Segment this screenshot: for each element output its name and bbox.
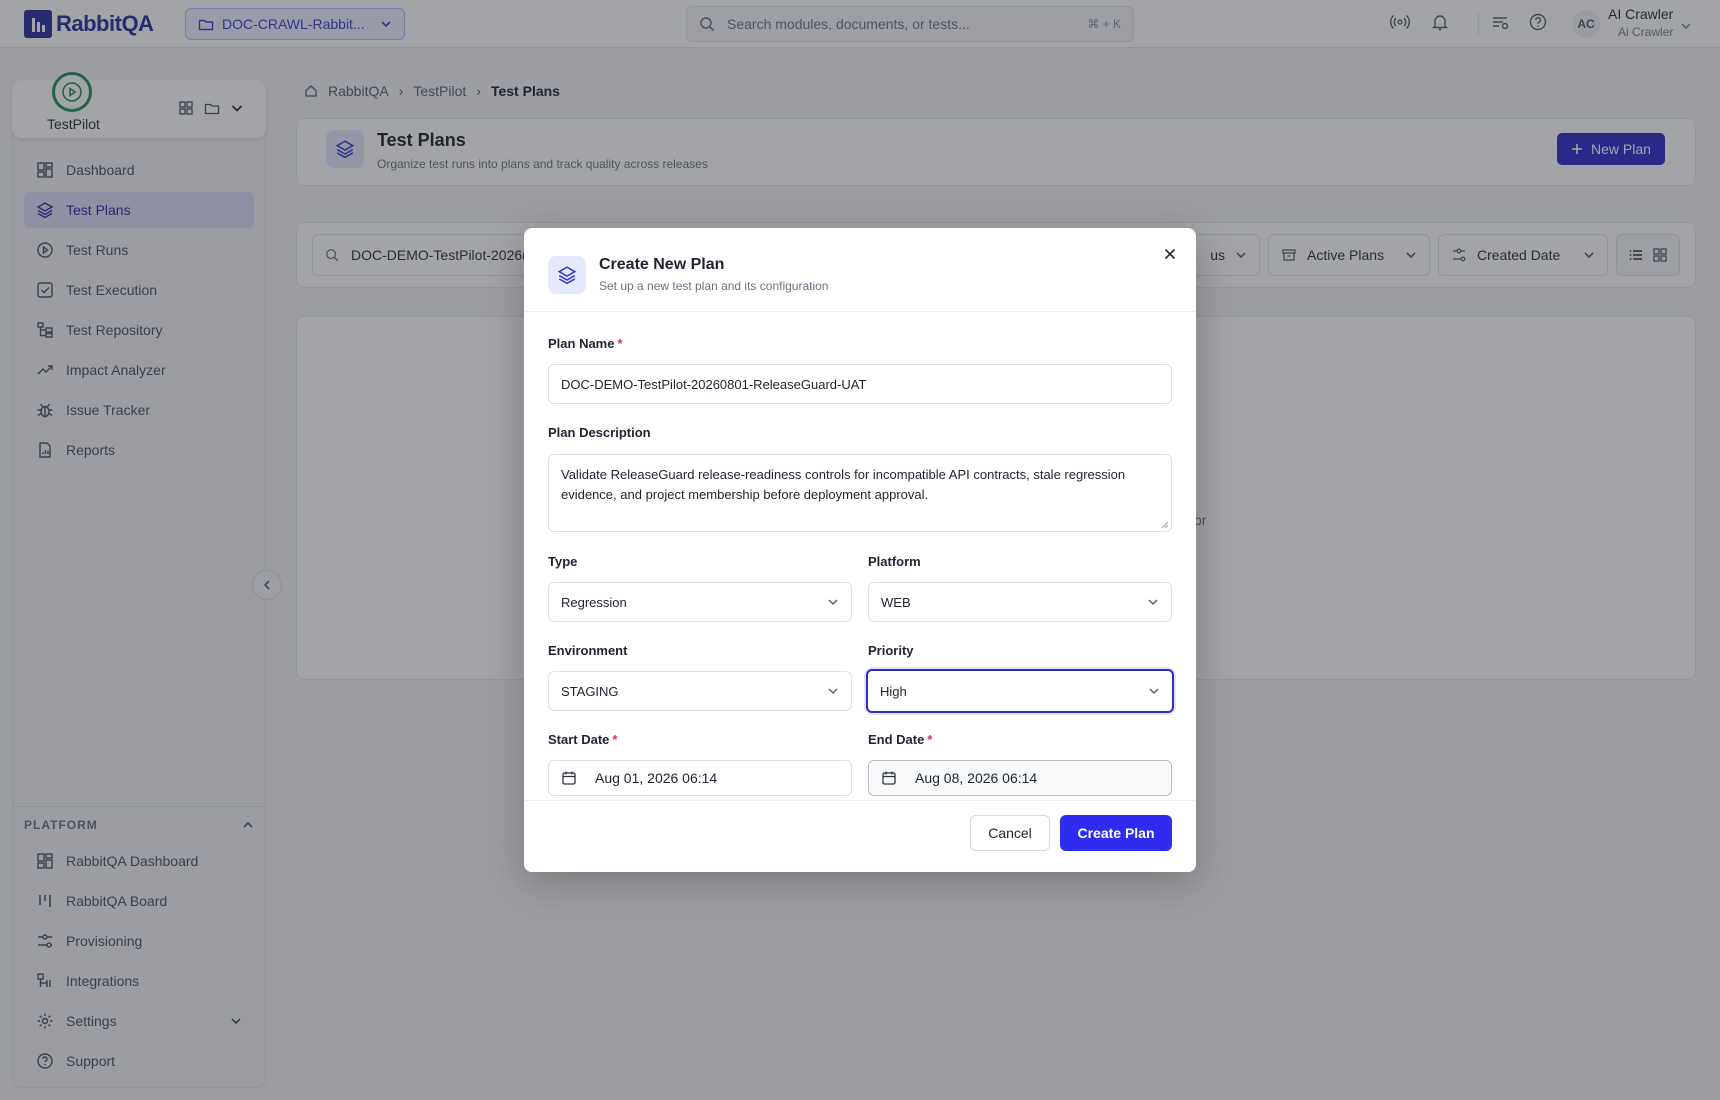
chevron-down-icon (828, 688, 838, 695)
create-plan-button[interactable]: Create Plan (1060, 815, 1172, 851)
cancel-button[interactable]: Cancel (970, 815, 1050, 851)
priority-label: Priority (868, 643, 914, 658)
type-value: Regression (561, 594, 627, 610)
start-date-picker[interactable]: Aug 01, 2026 06:14 (548, 760, 852, 796)
chevron-down-icon (828, 599, 838, 606)
close-button[interactable] (1160, 244, 1180, 264)
plan-name-value: DOC-DEMO-TestPilot-20260801-ReleaseGuard… (561, 376, 867, 392)
end-date-value: Aug 08, 2026 06:14 (915, 770, 1038, 786)
environment-label: Environment (548, 643, 628, 658)
platform-select[interactable]: WEB (868, 582, 1172, 622)
plan-name-input[interactable]: DOC-DEMO-TestPilot-20260801-ReleaseGuard… (548, 364, 1172, 404)
calendar-icon (882, 771, 896, 785)
type-label: Type (548, 554, 578, 569)
chevron-down-icon (1149, 688, 1159, 695)
dialog-body: Plan Name * DOC-DEMO-TestPilot-20260801-R… (524, 312, 1196, 800)
type-select[interactable]: Regression (548, 582, 852, 622)
close-icon (1164, 248, 1176, 260)
calendar-icon (562, 771, 576, 785)
priority-value: High (880, 683, 907, 699)
create-plan-dialog: Create New Plan Set up a new test plan a… (524, 228, 1196, 872)
plan-name-label: Plan Name * (548, 336, 623, 351)
start-date-label: Start Date * (548, 732, 618, 747)
dialog-title: Create New Plan (599, 256, 725, 273)
priority-select[interactable]: High (866, 669, 1174, 713)
end-date-label: End Date * (868, 732, 933, 747)
layers-icon (548, 256, 586, 294)
dialog-footer: Cancel Create Plan (524, 800, 1196, 872)
environment-value: STAGING (561, 683, 619, 699)
platform-value: WEB (881, 594, 911, 610)
dialog-subtitle: Set up a new test plan and its configura… (599, 279, 829, 293)
chevron-down-icon (1148, 599, 1158, 606)
end-date-picker[interactable]: Aug 08, 2026 06:14 (868, 760, 1172, 796)
start-date-value: Aug 01, 2026 06:14 (595, 770, 718, 786)
environment-select[interactable]: STAGING (548, 671, 852, 711)
plan-description-value: Validate ReleaseGuard release-readiness … (561, 467, 1126, 502)
dialog-header: Create New Plan Set up a new test plan a… (524, 228, 1196, 312)
platform-label: Platform (868, 554, 921, 569)
plan-description-label: Plan Description (548, 425, 651, 440)
plan-description-textarea[interactable]: Validate ReleaseGuard release-readiness … (548, 454, 1172, 532)
resize-handle-icon[interactable] (1161, 521, 1169, 529)
